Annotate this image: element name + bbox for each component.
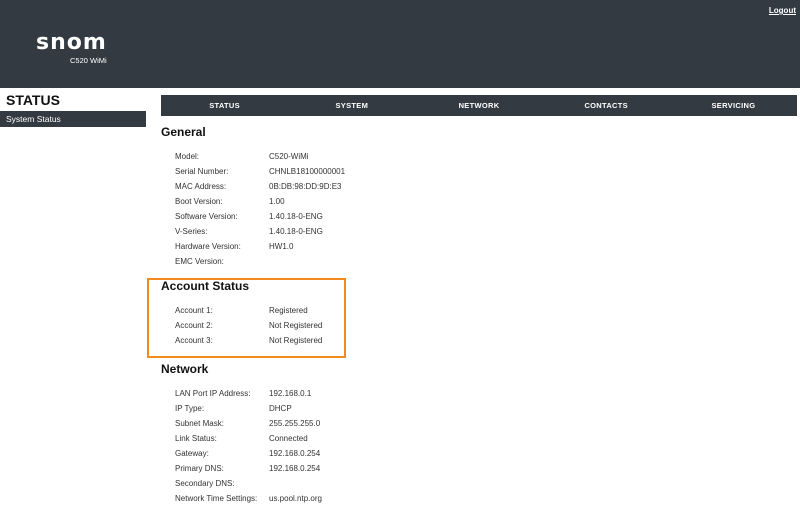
row-label: Subnet Mask: xyxy=(175,419,224,428)
row-label: Serial Number: xyxy=(175,167,229,176)
row-label: Hardware Version: xyxy=(175,242,241,251)
row-label: Boot Version: xyxy=(175,197,223,206)
row-value: 192.168.0.254 xyxy=(269,449,321,458)
row-label: EMC Version: xyxy=(175,257,224,266)
row-label: Account 1: xyxy=(175,306,213,315)
row-value: 192.168.0.254 xyxy=(269,464,321,473)
row-value: 255.255.255.0 xyxy=(269,419,321,428)
row-value: C520-WiMi xyxy=(269,152,309,161)
nav-contacts[interactable]: CONTACTS xyxy=(543,95,670,116)
row-label: LAN Port IP Address: xyxy=(175,389,251,398)
row-value: 0B:DB:98:DD:9D:E3 xyxy=(269,182,342,191)
row-label: Link Status: xyxy=(175,434,217,443)
nav-status[interactable]: STATUS xyxy=(161,95,288,116)
nav-servicing[interactable]: SERVICING xyxy=(670,95,797,116)
row-value: DHCP xyxy=(269,404,292,413)
row-value: us.pool.ntp.org xyxy=(269,494,322,503)
row-label: V-Series: xyxy=(175,227,208,236)
row-value: 192.168.0.1 xyxy=(269,389,312,398)
row-label: Gateway: xyxy=(175,449,209,458)
row-label: Account 3: xyxy=(175,336,213,345)
logout-link[interactable]: Logout xyxy=(769,6,796,15)
snom-logo: snom xyxy=(36,30,107,55)
row-value: Registered xyxy=(269,306,308,315)
model-subtitle: C520 WiMi xyxy=(70,56,107,65)
header-bar: Logout snom C520 WiMi xyxy=(0,0,800,88)
row-label: Model: xyxy=(175,152,200,161)
row-label: MAC Address: xyxy=(175,182,227,191)
sidebar-title: STATUS xyxy=(6,92,60,108)
row-label: Account 2: xyxy=(175,321,213,330)
row-value: Connected xyxy=(269,434,308,443)
row-value: Not Registered xyxy=(269,336,323,345)
sidebar-item-system-status[interactable]: System Status xyxy=(0,111,146,127)
row-label: IP Type: xyxy=(175,404,205,413)
row-value: HW1.0 xyxy=(269,242,294,251)
row-value: 1.40.18-0-ENG xyxy=(269,227,323,236)
general-title: General xyxy=(161,125,206,139)
row-label: Primary DNS: xyxy=(175,464,224,473)
row-value: CHNLB18100000001 xyxy=(269,167,346,176)
row-label: Network Time Settings: xyxy=(175,494,258,503)
row-label: Secondary DNS: xyxy=(175,479,235,488)
account-status-title: Account Status xyxy=(161,279,250,293)
nav-system[interactable]: SYSTEM xyxy=(288,95,415,116)
row-label: Software Version: xyxy=(175,212,238,221)
network-title: Network xyxy=(161,362,209,376)
main-nav: STATUS SYSTEM NETWORK CONTACTS SERVICING xyxy=(161,95,797,116)
row-value: 1.40.18-0-ENG xyxy=(269,212,323,221)
row-value: Not Registered xyxy=(269,321,323,330)
nav-network[interactable]: NETWORK xyxy=(415,95,542,116)
row-value: 1.00 xyxy=(269,197,285,206)
